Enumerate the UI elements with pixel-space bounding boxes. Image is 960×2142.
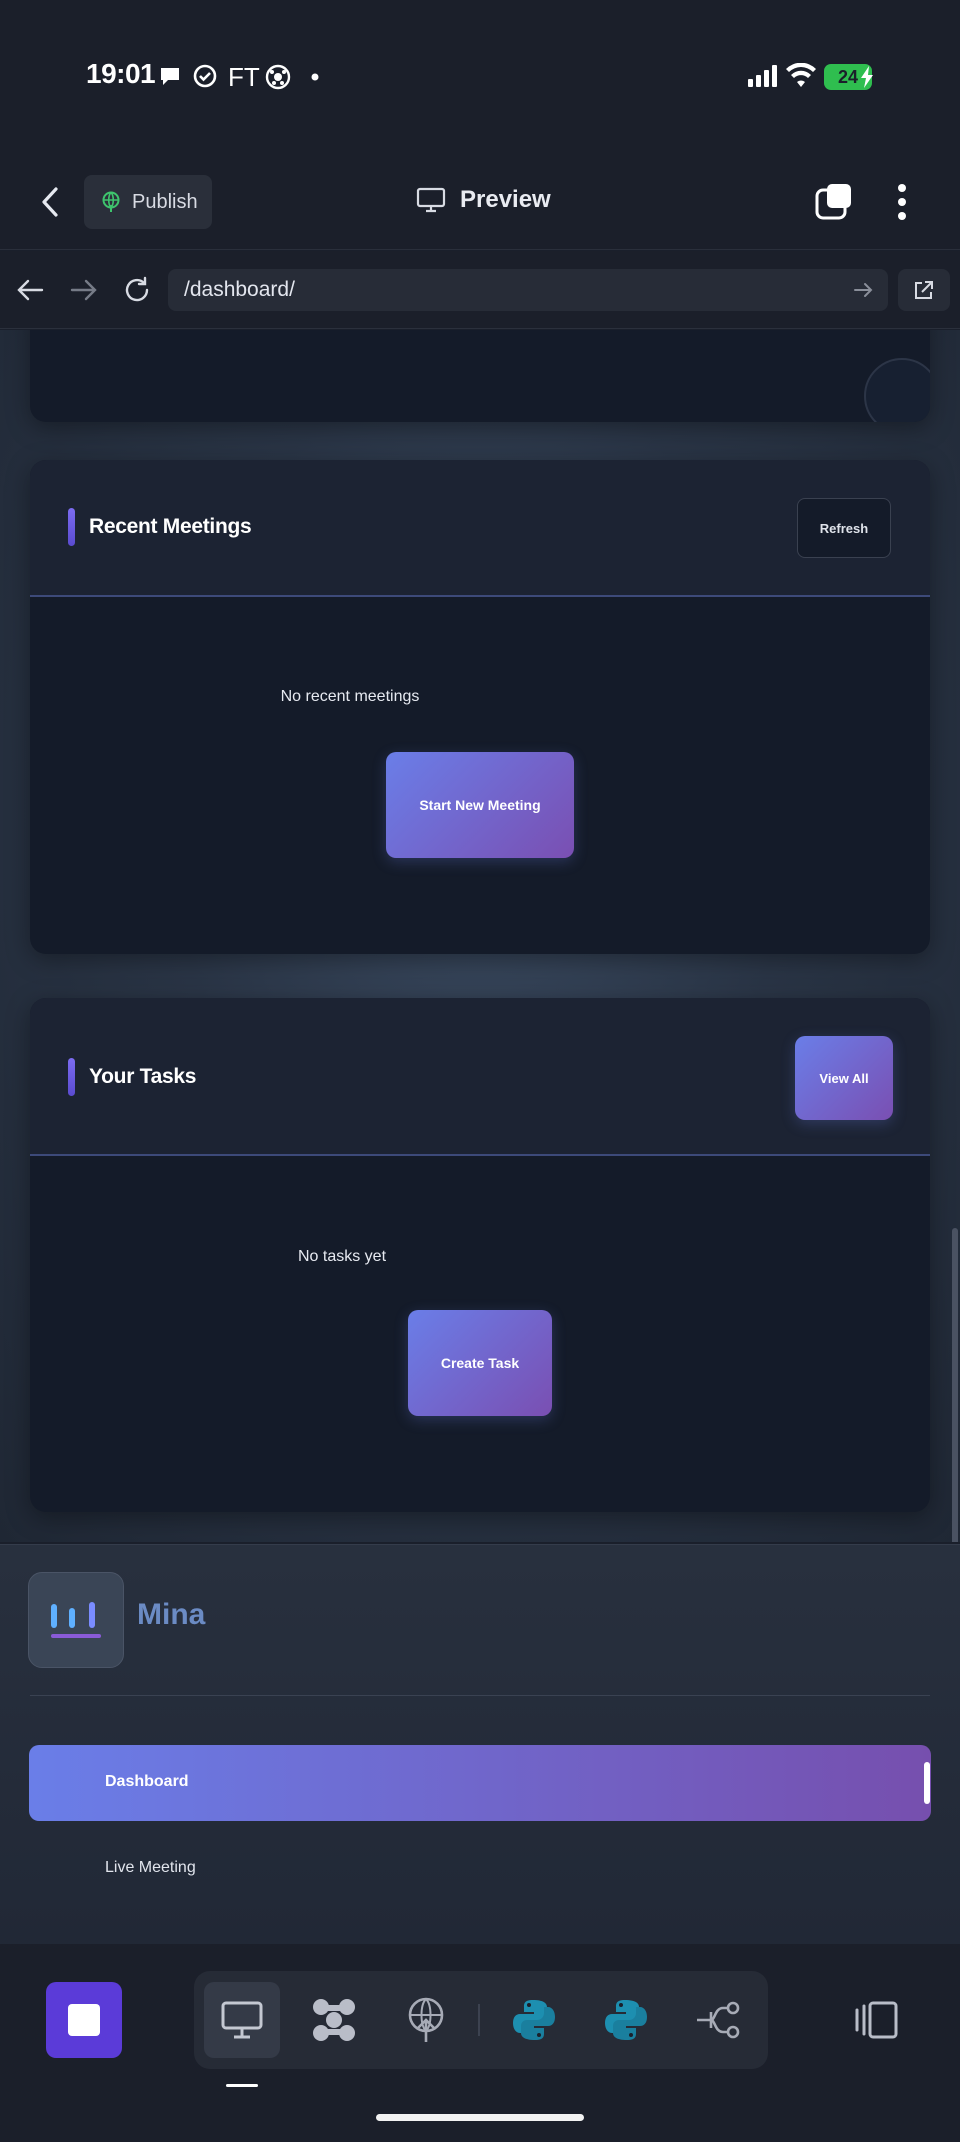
url-text: /dashboard/ bbox=[184, 278, 295, 301]
stop-icon bbox=[67, 2003, 101, 2037]
python-icon bbox=[604, 1998, 648, 2042]
active-indicator bbox=[924, 1762, 930, 1804]
tabs-switch-icon[interactable] bbox=[814, 182, 854, 222]
dock-apps-button[interactable] bbox=[296, 1982, 372, 2058]
sidebar-item-dashboard-label: Dashboard bbox=[105, 1773, 189, 1790]
browser-forward-icon[interactable] bbox=[70, 278, 98, 302]
go-arrow-icon[interactable] bbox=[854, 282, 874, 298]
accent-bar bbox=[68, 508, 75, 546]
workflow-nodes-icon bbox=[695, 1998, 741, 2042]
apps-grid-icon bbox=[310, 1996, 358, 2044]
view-all-button[interactable]: View All bbox=[795, 1036, 893, 1120]
your-tasks-title-wrap: Your Tasks bbox=[68, 1058, 196, 1096]
previous-card bbox=[30, 330, 930, 422]
url-field[interactable]: /dashboard/ bbox=[168, 269, 888, 311]
recent-meetings-card: Recent Meetings Refresh No recent meetin… bbox=[30, 460, 930, 954]
preview-title[interactable]: Preview bbox=[416, 186, 551, 214]
reload-icon[interactable] bbox=[122, 275, 152, 305]
open-external-button[interactable] bbox=[898, 269, 950, 311]
recent-meetings-header: Recent Meetings Refresh bbox=[30, 460, 930, 597]
python-icon bbox=[512, 1998, 556, 2042]
stop-button[interactable] bbox=[46, 1982, 122, 2058]
dock-panel-toggle-button[interactable] bbox=[838, 1982, 914, 2058]
no-meetings-text: No recent meetings bbox=[280, 688, 420, 705]
charging-icon bbox=[860, 66, 874, 88]
browser-back-icon[interactable] bbox=[16, 278, 44, 302]
open-external-icon bbox=[913, 279, 935, 301]
page-content: Recent Meetings Refresh No recent meetin… bbox=[0, 330, 960, 1542]
dock-python-button-2[interactable] bbox=[588, 1982, 664, 2058]
monitor-icon bbox=[416, 187, 446, 213]
globe-upload-icon bbox=[100, 191, 122, 213]
your-tasks-header: Your Tasks View All bbox=[30, 998, 930, 1156]
preview-label: Preview bbox=[460, 186, 551, 213]
start-new-meeting-button[interactable]: Start New Meeting bbox=[386, 752, 574, 858]
wifi-icon bbox=[786, 63, 816, 89]
chat-bubble-icon bbox=[158, 65, 182, 87]
recent-meetings-title-wrap: Recent Meetings bbox=[68, 508, 252, 546]
dock-separator bbox=[478, 2004, 480, 2036]
globe-upload-icon bbox=[405, 1996, 447, 2044]
sidebar-divider bbox=[30, 1695, 930, 1696]
publish-label: Publish bbox=[132, 190, 198, 213]
dock-deploy-button[interactable] bbox=[388, 1982, 464, 2058]
accent-bar bbox=[68, 1058, 75, 1096]
more-vertical-icon[interactable] bbox=[896, 182, 908, 222]
back-chevron-icon[interactable] bbox=[40, 186, 62, 218]
dock-desktop-button[interactable] bbox=[204, 1982, 280, 2058]
soccer-ball-icon bbox=[265, 64, 291, 90]
create-task-button[interactable]: Create Task bbox=[408, 1310, 552, 1416]
home-indicator[interactable] bbox=[376, 2114, 584, 2121]
dock-python-button-1[interactable] bbox=[496, 1982, 572, 2058]
your-tasks-title: Your Tasks bbox=[89, 1065, 197, 1088]
no-tasks-text: No tasks yet bbox=[297, 1248, 387, 1265]
ft-indicator: FT bbox=[228, 62, 260, 92]
sidebar-item-live-meeting[interactable]: Live Meeting bbox=[105, 1859, 196, 1877]
app-logo bbox=[28, 1572, 124, 1668]
page-scrollbar[interactable] bbox=[952, 1228, 958, 1542]
dock-active-underline bbox=[226, 2084, 258, 2087]
recent-meetings-title: Recent Meetings bbox=[89, 515, 252, 538]
desktop-icon bbox=[220, 2000, 264, 2040]
publish-button[interactable]: Publish bbox=[84, 175, 212, 229]
dot-icon bbox=[311, 73, 319, 81]
logo-bars-icon bbox=[49, 1598, 103, 1642]
status-time: 19:01 bbox=[86, 58, 156, 89]
brand-name: Mina bbox=[137, 1598, 206, 1631]
floating-circle-button[interactable] bbox=[864, 358, 930, 422]
side-panel-icon bbox=[852, 2000, 900, 2040]
your-tasks-card: Your Tasks View All No tasks yet Create … bbox=[30, 998, 930, 1512]
check-circle-icon bbox=[193, 64, 217, 88]
refresh-button[interactable]: Refresh bbox=[797, 498, 891, 558]
signal-icon bbox=[748, 64, 778, 88]
dock-workflow-button[interactable] bbox=[680, 1982, 756, 2058]
